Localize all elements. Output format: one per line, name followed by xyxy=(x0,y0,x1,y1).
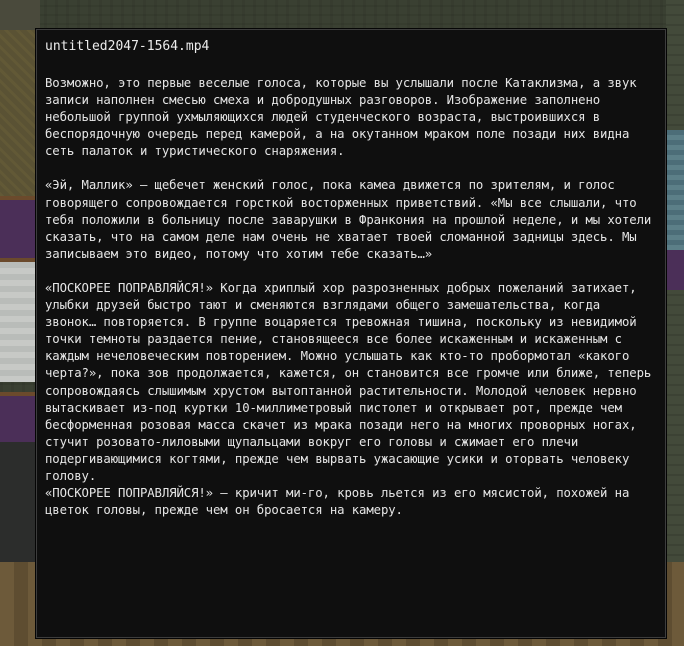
media-text-dialog[interactable]: untitled2047-1564.mp4 Возможно, это перв… xyxy=(36,29,666,638)
dialog-body-text: Возможно, это первые веселые голоса, кот… xyxy=(45,75,657,519)
wall-tile xyxy=(0,196,40,262)
wall-tile-right xyxy=(666,250,684,290)
text-paragraph: «ПОСКОРЕЕ ПОПРАВЛЯЙСЯ!» Когда хриплый хо… xyxy=(45,280,652,483)
water-tile xyxy=(666,130,684,250)
stone-tile xyxy=(0,0,40,30)
text-paragraph: Возможно, это первые веселые голоса, кот… xyxy=(45,76,637,159)
text-paragraph: «ПОСКОРЕЕ ПОПРАВЛЯЙСЯ!» — кричит ми-го, … xyxy=(45,486,630,518)
dark-floor xyxy=(0,442,40,562)
dialog-title: untitled2047-1564.mp4 xyxy=(45,39,210,54)
terrain-tile-right xyxy=(666,0,684,646)
text-paragraph: «Эй, Маллик» — щебечет женский голос, по… xyxy=(45,178,652,261)
wall-tile xyxy=(0,392,40,446)
